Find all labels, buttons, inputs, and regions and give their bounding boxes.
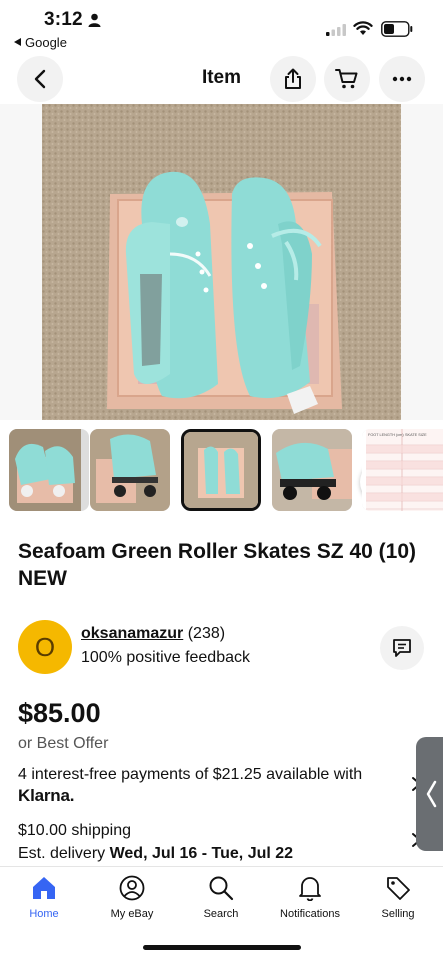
skate-thumbnail-image [9,429,81,511]
skate-thumbnail-image [90,429,170,511]
shipping-cost: $10.00 shipping [18,822,131,839]
delivery-label: Est. delivery [18,845,110,862]
thumbnail-2[interactable] [90,429,170,511]
message-icon [393,639,411,657]
klarna-logo: Klarna. [18,786,75,805]
size-chart-col1: FOOT LENGTH (cm) [368,433,404,437]
estimated-delivery: Est. delivery Wed, Jul 16 - Tue, Jul 22 [18,845,293,863]
thumbnail-4[interactable] [272,429,352,511]
tab-my-ebay-label: My eBay [110,908,154,920]
tab-home[interactable]: Home [1,875,87,920]
seller-name-row[interactable]: oksanamazur (238) [81,625,225,643]
cart-button[interactable] [324,56,370,102]
page-title: Item [201,67,242,88]
thumbnail-1[interactable] [9,429,89,511]
cart-icon [335,69,358,89]
tab-search[interactable]: Search [178,875,264,920]
home-indicator [143,945,301,950]
contact-seller-button[interactable] [380,626,424,670]
main-image-gallery[interactable]: 1 [0,104,443,504]
thumbnail-strip: FOOT LENGTH (cm) SKATE SIZE [0,427,443,513]
tab-selling[interactable]: Selling [355,875,441,920]
klarna-installments[interactable]: 4 interest-free payments of $21.25 avail… [18,764,398,807]
tab-my-ebay[interactable]: My eBay [89,875,175,920]
best-offer-label: or Best Offer [18,735,109,752]
seller-feedback: 100% positive feedback [81,649,250,666]
battery-icon [381,21,413,37]
home-icon [33,877,55,899]
size-chart-col2: SKATE SIZE [405,433,427,437]
item-price: $85.00 [18,698,101,728]
skate-thumbnail-image [184,432,258,508]
tag-icon [387,877,410,900]
installments-text: 4 interest-free payments of $21.25 avail… [18,766,363,783]
person-status-icon [88,13,101,27]
status-time: 3:12 [44,9,83,30]
more-options-button[interactable] [379,56,425,102]
seller-rating-count: (238) [187,625,226,642]
back-triangle-icon [14,38,21,46]
person-icon [119,875,145,901]
side-panel-handle[interactable] [416,737,443,851]
thumbnail-5-size-chart[interactable]: FOOT LENGTH (cm) SKATE SIZE [362,429,443,511]
chevron-left-icon [426,780,437,808]
top-nav-bar: Item [0,56,443,102]
listing-title: Seafoam Green Roller Skates SZ 40 (10) N… [18,540,417,590]
seller-avatar[interactable]: O [18,620,72,674]
skate-thumbnail-image [272,429,352,511]
tab-notifications-label: Notifications [280,908,340,920]
share-icon [285,68,301,89]
seller-username-link[interactable]: oksanamazur [81,625,183,642]
tab-notifications[interactable]: Notifications [267,875,353,920]
search-icon [209,876,234,901]
status-bar: 3:12 Google [0,0,443,54]
seller-info[interactable]: O oksanamazur (238) 100% positive feedba… [18,620,428,676]
share-button[interactable] [270,56,316,102]
tab-home-label: Home [29,908,59,920]
thumbnail-3-selected[interactable] [181,429,261,511]
tab-search-label: Search [203,908,239,920]
back-to-app-link[interactable]: Google [14,35,67,50]
delivery-dates: Wed, Jul 16 - Tue, Jul 22 [109,845,294,862]
size-chart-thumbnail: FOOT LENGTH (cm) SKATE SIZE [362,429,443,511]
wifi-icon [353,21,373,35]
bell-icon [299,877,321,901]
tab-selling-label: Selling [381,908,415,920]
roller-skates-photo [42,104,401,420]
signal-icon [326,24,346,36]
more-dots-icon [392,76,412,82]
product-photo[interactable] [42,104,401,420]
